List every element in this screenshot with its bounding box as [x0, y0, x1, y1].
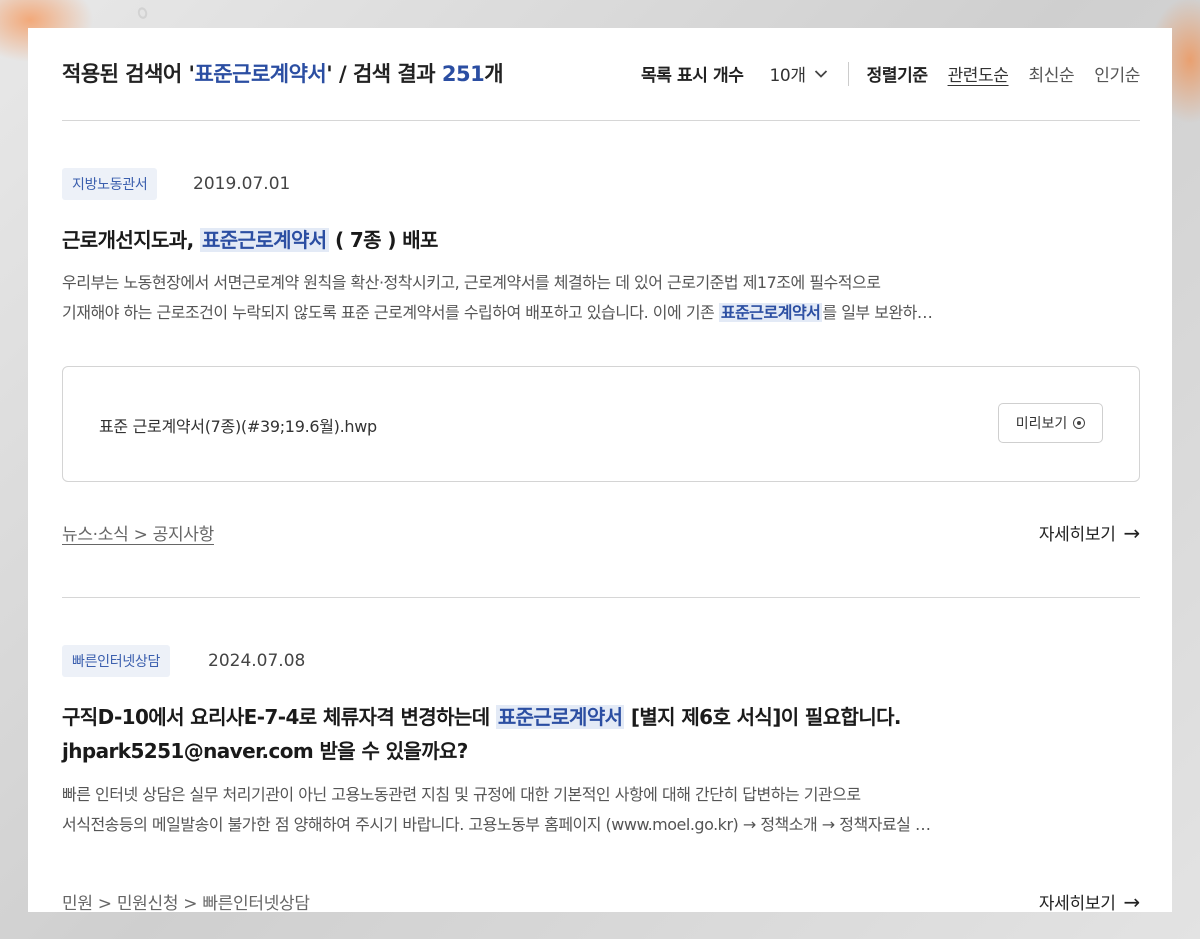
attachment-filename[interactable]: 표준 근로계약서(7종)(#39;19.6월).hwp	[99, 413, 377, 437]
sort-latest[interactable]: 최신순	[1029, 61, 1075, 86]
detail-label: 자세히보기	[1038, 525, 1116, 545]
attachment-box: 표준 근로계약서(7종)(#39;19.6월).hwp 미리보기	[62, 366, 1140, 482]
post-date: 2019.07.01	[193, 174, 291, 194]
per-page-select[interactable]: 10개	[770, 61, 828, 86]
category-tag: 빠른인터넷상담	[62, 645, 171, 677]
desc-line: 기재해야 하는 근로조건이 누락되지 않도록 표준 근로계약서를 수립하여 배포…	[62, 298, 933, 328]
desc-line: 서식전송등의 메일발송이 불가한 점 양해하여 주시기 바랍니다. 고용노동부 …	[62, 815, 931, 834]
title-text: 근로개선지도과,	[62, 228, 200, 252]
detail-label: 자세히보기	[1038, 894, 1116, 912]
desc-line: 우리부는 노동현장에서 서면근로계약 원칙을 확산·정착시키고, 근로계약서를 …	[62, 273, 881, 292]
title-text: 구직D-10에서 요리사E-7-4로 체류자격 변경하는데	[62, 705, 496, 729]
category-tag: 지방노동관서	[62, 168, 158, 200]
result-count: 251	[441, 62, 485, 86]
result-description: 우리부는 노동현장에서 서면근로계약 원칙을 확산·정착시키고, 근로계약서를 …	[62, 268, 933, 328]
breadcrumb[interactable]: 뉴스·소식 > 공지사항	[62, 520, 214, 545]
detail-link[interactable]: 자세히보기 →	[1038, 520, 1141, 546]
summary-suffix: 개	[484, 62, 504, 86]
eye-icon	[1073, 417, 1086, 429]
sort-label: 정렬기준	[866, 66, 928, 86]
preview-label: 미리보기	[1015, 416, 1068, 432]
search-query: 표준근로계약서	[194, 62, 327, 86]
sort-relevance[interactable]: 관련도순	[948, 61, 1009, 86]
detail-link[interactable]: 자세히보기 →	[1038, 889, 1141, 913]
title-line: jhpark5251@naver.com 받을 수 있을까요?	[62, 739, 468, 763]
breadcrumb[interactable]: 민원 > 민원신청 > 빠른인터넷상담	[62, 889, 310, 912]
preview-button[interactable]: 미리보기	[998, 403, 1103, 443]
arrow-right-icon: →	[1123, 520, 1141, 545]
title-highlight: 표준근로계약서	[495, 705, 625, 729]
title-highlight: 표준근로계약서	[199, 228, 329, 252]
divider	[847, 61, 849, 86]
results-header: 적용된 검색어 '표준근로계약서' / 검색 결과 251개 목록 표시 개수 …	[62, 58, 1140, 88]
result-item: 지방노동관서 2019.07.01 근로개선지도과, 표준근로계약서 ( 7종 …	[62, 168, 1140, 608]
divider	[62, 120, 1140, 121]
list-controls: 목록 표시 개수 10개 정렬기준 관련도순 최신순 인기순	[641, 61, 1140, 86]
divider	[62, 597, 1140, 598]
result-description: 빠른 인터넷 상담은 실무 처리기관이 아닌 고용노동관련 지침 및 규정에 대…	[62, 780, 931, 840]
per-page-label: 목록 표시 개수	[641, 66, 744, 86]
summary-prefix: 적용된 검색어 '	[62, 62, 195, 86]
desc-line: 빠른 인터넷 상담은 실무 처리기관이 아닌 고용노동관련 지침 및 규정에 대…	[62, 785, 861, 804]
title-text: [별지 제6호 서식]이 필요합니다.	[624, 705, 902, 729]
result-item: 빠른인터넷상담 2024.07.08 구직D-10에서 요리사E-7-4로 체류…	[62, 645, 1140, 912]
title-text: ( 7종 ) 배포	[328, 228, 438, 252]
post-date: 2024.07.08	[208, 651, 306, 671]
desc-text: 기재해야 하는 근로조건이 누락되지 않도록 표준 근로계약서를 수립하여 배포…	[62, 303, 719, 322]
arrow-right-icon: →	[1123, 889, 1141, 912]
sort-popular[interactable]: 인기순	[1094, 61, 1140, 86]
title-line: 구직D-10에서 요리사E-7-4로 체류자격 변경하는데 표준근로계약서 [별…	[62, 700, 902, 734]
summary-middle: ' / 검색 결과	[326, 62, 442, 86]
per-page-value: 10개	[769, 66, 806, 86]
result-title[interactable]: 구직D-10에서 요리사E-7-4로 체류자격 변경하는데 표준근로계약서 [별…	[62, 700, 902, 768]
chevron-down-icon	[814, 69, 827, 78]
result-title[interactable]: 근로개선지도과, 표준근로계약서 ( 7종 ) 배포	[62, 223, 438, 257]
search-summary: 적용된 검색어 '표준근로계약서' / 검색 결과 251개	[62, 58, 504, 88]
desc-text: 를 일부 보완하…	[822, 303, 933, 322]
search-results-panel: 적용된 검색어 '표준근로계약서' / 검색 결과 251개 목록 표시 개수 …	[28, 28, 1172, 912]
desc-highlight: 표준근로계약서	[718, 303, 823, 322]
